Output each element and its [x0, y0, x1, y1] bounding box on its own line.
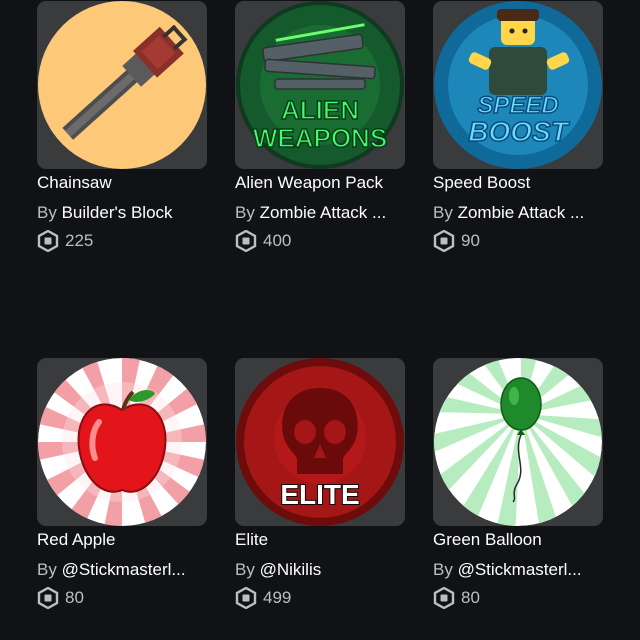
creator-name[interactable]: Zombie Attack ... [260, 203, 387, 222]
creator-name[interactable]: Builder's Block [62, 203, 173, 222]
thumb-text-line1: ALIEN [281, 95, 359, 125]
creator-name[interactable]: @Nikilis [260, 560, 322, 579]
price-value: 80 [65, 588, 84, 607]
item-creator[interactable]: By @Stickmasterl... [433, 560, 603, 580]
chainsaw-thumbnail[interactable] [37, 1, 207, 169]
by-label: By [433, 560, 453, 579]
item-card-elite[interactable]: ELITE Elite By @Nikilis 499 [235, 358, 405, 609]
creator-name[interactable]: @Stickmasterl... [458, 560, 582, 579]
robux-icon [433, 587, 455, 609]
item-card-green-balloon[interactable]: Green Balloon By @Stickmasterl... 80 [433, 358, 603, 609]
elite-skull-thumbnail[interactable]: ELITE [235, 358, 405, 526]
by-label: By [37, 560, 57, 579]
item-grid: Chainsaw By Builder's Block 225 ALIEN WE… [0, 0, 640, 640]
speed-boost-thumbnail[interactable]: SPEED BOOST [433, 1, 603, 169]
item-card-chainsaw[interactable]: Chainsaw By Builder's Block 225 [37, 1, 207, 252]
item-card-red-apple[interactable]: Red Apple By @Stickmasterl... 80 [37, 358, 207, 609]
red-apple-thumbnail[interactable] [37, 358, 207, 526]
green-balloon-thumbnail[interactable] [433, 358, 603, 526]
by-label: By [235, 203, 255, 222]
price-value: 225 [65, 231, 94, 250]
creator-name[interactable]: @Stickmasterl... [62, 560, 186, 579]
robux-icon [235, 230, 257, 252]
robux-icon [433, 230, 455, 252]
item-price: 80 [433, 587, 603, 609]
item-price: 225 [37, 230, 207, 252]
item-name[interactable]: Green Balloon [433, 530, 603, 550]
item-creator[interactable]: By Zombie Attack ... [433, 203, 603, 223]
robux-icon [235, 587, 257, 609]
item-creator[interactable]: By @Stickmasterl... [37, 560, 207, 580]
by-label: By [433, 203, 453, 222]
price-value: 80 [461, 588, 480, 607]
item-name[interactable]: Chainsaw [37, 173, 207, 193]
robux-icon [37, 587, 59, 609]
item-card-alien-weapon-pack[interactable]: ALIEN WEAPONS Alien Weapon Pack By Zombi… [235, 1, 405, 252]
by-label: By [235, 560, 255, 579]
item-name[interactable]: Speed Boost [433, 173, 603, 193]
creator-name[interactable]: Zombie Attack ... [458, 203, 585, 222]
item-price: 90 [433, 230, 603, 252]
by-label: By [37, 203, 57, 222]
item-creator[interactable]: By @Nikilis [235, 560, 405, 580]
thumb-text: ELITE [280, 479, 359, 510]
item-card-speed-boost[interactable]: SPEED BOOST Speed Boost By Zombie Attack… [433, 1, 603, 252]
item-creator[interactable]: By Zombie Attack ... [235, 203, 405, 223]
item-price: 400 [235, 230, 405, 252]
item-name[interactable]: Alien Weapon Pack [235, 173, 405, 193]
item-name[interactable]: Elite [235, 530, 405, 550]
item-price: 499 [235, 587, 405, 609]
price-value: 400 [263, 231, 292, 250]
item-name[interactable]: Red Apple [37, 530, 207, 550]
robux-icon [37, 230, 59, 252]
thumb-text-line1: SPEED [477, 92, 558, 119]
alien-weapons-thumbnail[interactable]: ALIEN WEAPONS [235, 1, 405, 169]
item-creator[interactable]: By Builder's Block [37, 203, 207, 223]
thumb-text-line2: BOOST [468, 116, 570, 147]
thumb-text-line2: WEAPONS [253, 123, 387, 153]
price-value: 499 [263, 588, 292, 607]
price-value: 90 [461, 231, 480, 250]
item-price: 80 [37, 587, 207, 609]
